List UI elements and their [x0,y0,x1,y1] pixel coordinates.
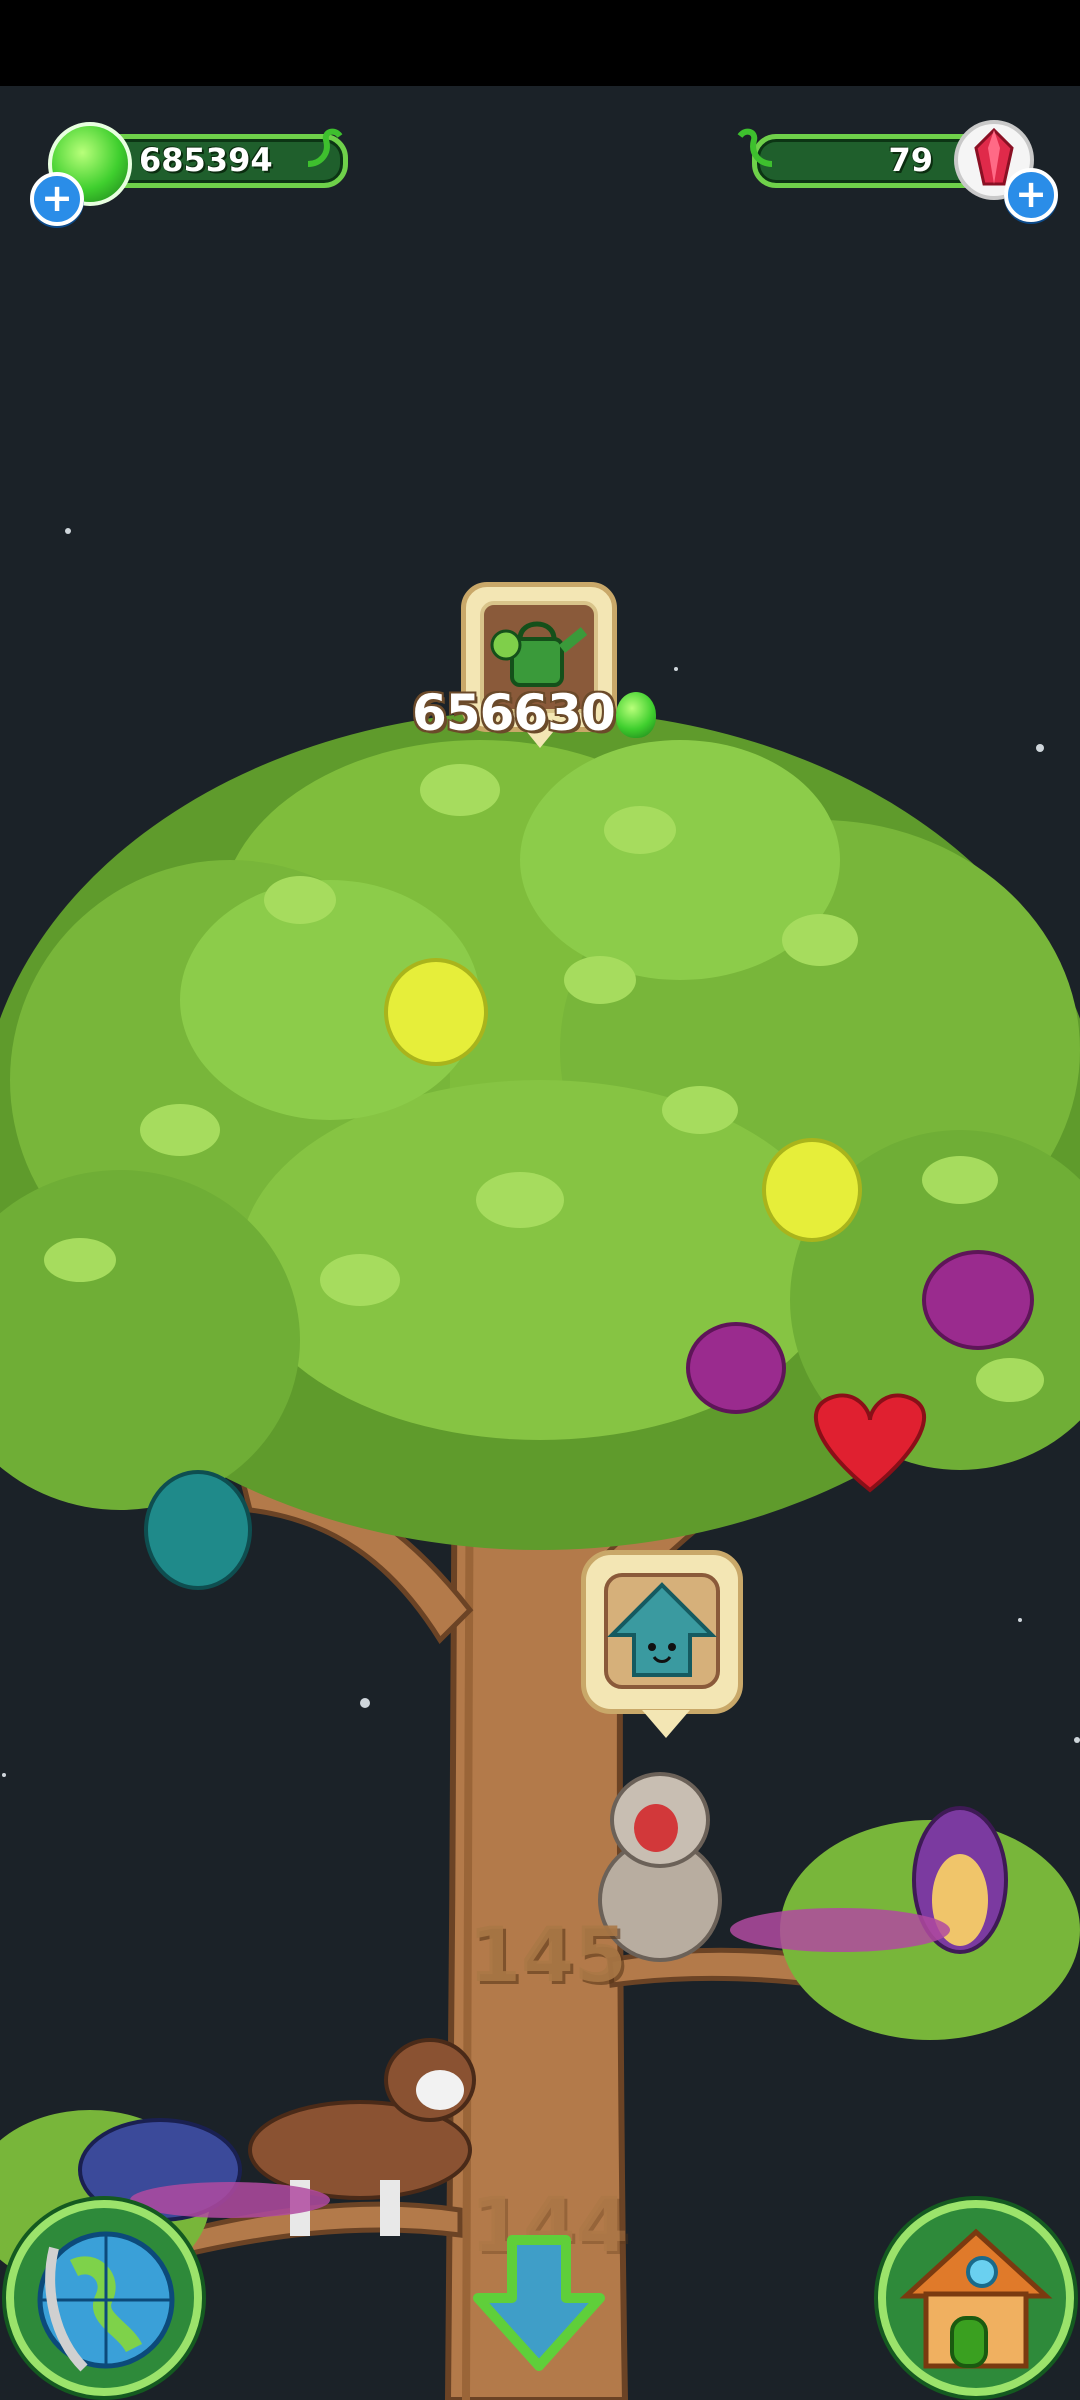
vine-icon [307,128,343,167]
scroll-down-button[interactable] [470,2232,608,2372]
drops-value: 685394 [139,141,273,179]
water-cost: 656630 [412,684,616,742]
teal-shell-fruit [144,1470,252,1590]
purple-fruit [922,1250,1034,1350]
upgrade-badge[interactable] [581,1550,743,1714]
globe-icon [37,2231,175,2372]
add-crystals-button[interactable]: + [1004,168,1058,222]
green-drop-icon [616,692,656,738]
crystals-value: 79 [888,141,933,179]
world-map-button[interactable] [6,2200,202,2396]
game-scene [0,528,1080,2400]
upgrade-pointer [642,1710,690,1738]
level-current: 145 [468,1910,627,1999]
house-up-arrow-icon [604,1573,720,1689]
add-drops-button[interactable]: + [30,172,84,226]
purple-fruit [686,1322,786,1414]
treehouse-button[interactable] [878,2200,1074,2396]
yellow-fruit [762,1138,862,1242]
vine-icon [737,128,773,167]
yellow-fruit [384,958,488,1066]
down-arrow-icon [473,2235,605,2371]
treehouse-icon [899,2228,1053,2369]
